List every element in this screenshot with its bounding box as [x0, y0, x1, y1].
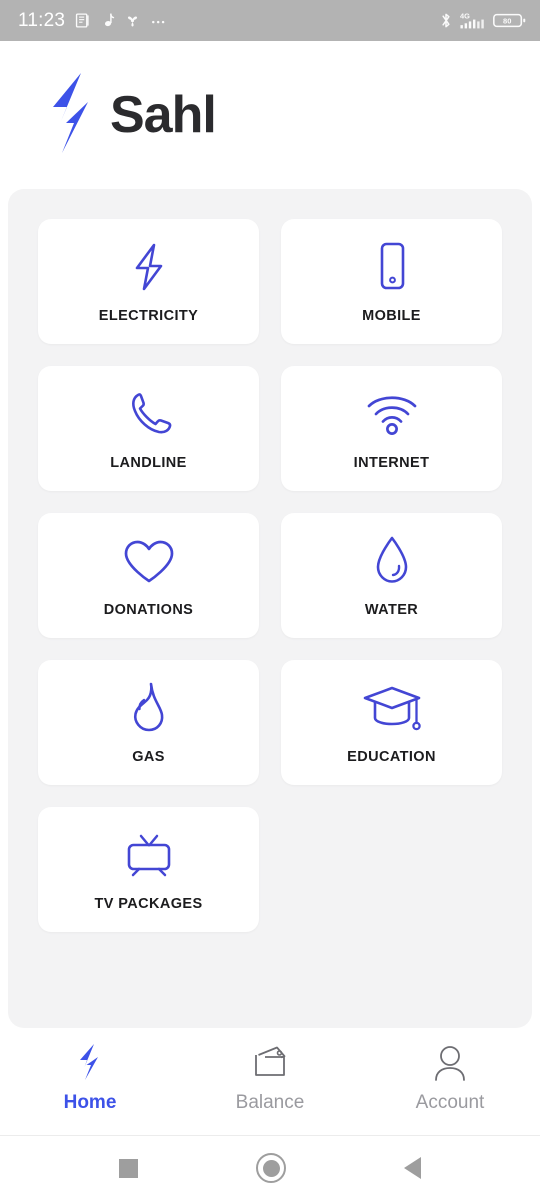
wifi-icon	[365, 387, 419, 441]
tab-balance[interactable]: Balance	[180, 1044, 360, 1114]
status-bar-right: 4G 80	[439, 11, 526, 30]
phone-screen: 11:23 4G 80 Sahl ELECTRICITY MOBILE LAND…	[0, 0, 540, 1200]
telephone-handset-icon	[124, 387, 174, 441]
triangle-left-icon	[404, 1157, 421, 1179]
service-label: LANDLINE	[110, 454, 187, 471]
battery-level-text: 80	[503, 17, 511, 26]
tab-home[interactable]: Home	[0, 1044, 180, 1114]
services-panel: ELECTRICITY MOBILE LANDLINE INTERNET DON…	[8, 189, 532, 1028]
lightning-bolt-icon	[128, 240, 170, 294]
bluetooth-icon	[439, 11, 453, 30]
circle-icon	[256, 1153, 286, 1183]
service-tile-mobile[interactable]: MOBILE	[281, 219, 502, 344]
pinwheel-icon	[124, 12, 141, 29]
brand-logo: Sahl	[44, 71, 217, 160]
wallet-icon	[250, 1044, 290, 1080]
service-label: EDUCATION	[347, 748, 436, 765]
service-label: ELECTRICITY	[98, 307, 199, 324]
person-icon	[431, 1044, 469, 1081]
water-drop-icon	[372, 534, 412, 588]
lightning-bolt-icon	[76, 1044, 104, 1080]
service-tile-tv-packages[interactable]: TV PACKAGES	[38, 807, 259, 932]
service-label: DONATIONS	[103, 601, 194, 618]
flame-icon	[127, 681, 171, 735]
tab-label: Home	[63, 1092, 117, 1113]
smartphone-icon	[372, 240, 412, 294]
service-tile-donations[interactable]: DONATIONS	[38, 513, 259, 638]
signal-4g-icon: 4G	[460, 11, 486, 30]
status-time: 11:23	[18, 9, 66, 31]
home-button[interactable]	[256, 1153, 286, 1183]
music-note-icon	[100, 12, 115, 29]
service-label: TV PACKAGES	[94, 895, 203, 912]
bottom-tab-bar: Home Balance Account	[0, 1028, 540, 1136]
recents-button[interactable]	[119, 1158, 138, 1178]
service-label: INTERNET	[353, 454, 430, 471]
heart-icon	[122, 534, 176, 588]
square-icon	[119, 1158, 138, 1178]
app-header: Sahl	[0, 41, 540, 189]
service-tile-education[interactable]: EDUCATION	[281, 660, 502, 785]
android-navigation-bar	[0, 1136, 540, 1200]
graduation-cap-icon	[361, 681, 423, 735]
service-label: GAS	[132, 748, 165, 765]
status-bar: 11:23 4G 80	[0, 0, 540, 41]
svg-text:4G: 4G	[460, 12, 470, 21]
service-tile-water[interactable]: WATER	[281, 513, 502, 638]
tab-label: Account	[415, 1092, 485, 1113]
tab-account[interactable]: Account	[360, 1044, 540, 1114]
services-grid: ELECTRICITY MOBILE LANDLINE INTERNET DON…	[38, 219, 502, 932]
battery-icon: 80	[493, 12, 526, 29]
tab-label: Balance	[235, 1092, 305, 1113]
service-tile-gas[interactable]: GAS	[38, 660, 259, 785]
service-label: WATER	[364, 601, 419, 618]
lightning-bolt-logo-icon	[44, 71, 104, 160]
television-icon	[121, 828, 177, 882]
more-dots-icon	[150, 12, 168, 29]
service-label: MOBILE	[362, 307, 421, 324]
status-bar-left: 11:23	[18, 10, 168, 32]
back-button[interactable]	[404, 1157, 421, 1179]
service-tile-internet[interactable]: INTERNET	[281, 366, 502, 491]
service-tile-electricity[interactable]: ELECTRICITY	[38, 219, 259, 344]
book-reader-icon	[74, 12, 91, 29]
service-tile-landline[interactable]: LANDLINE	[38, 366, 259, 491]
brand-name: Sahl	[110, 86, 217, 144]
